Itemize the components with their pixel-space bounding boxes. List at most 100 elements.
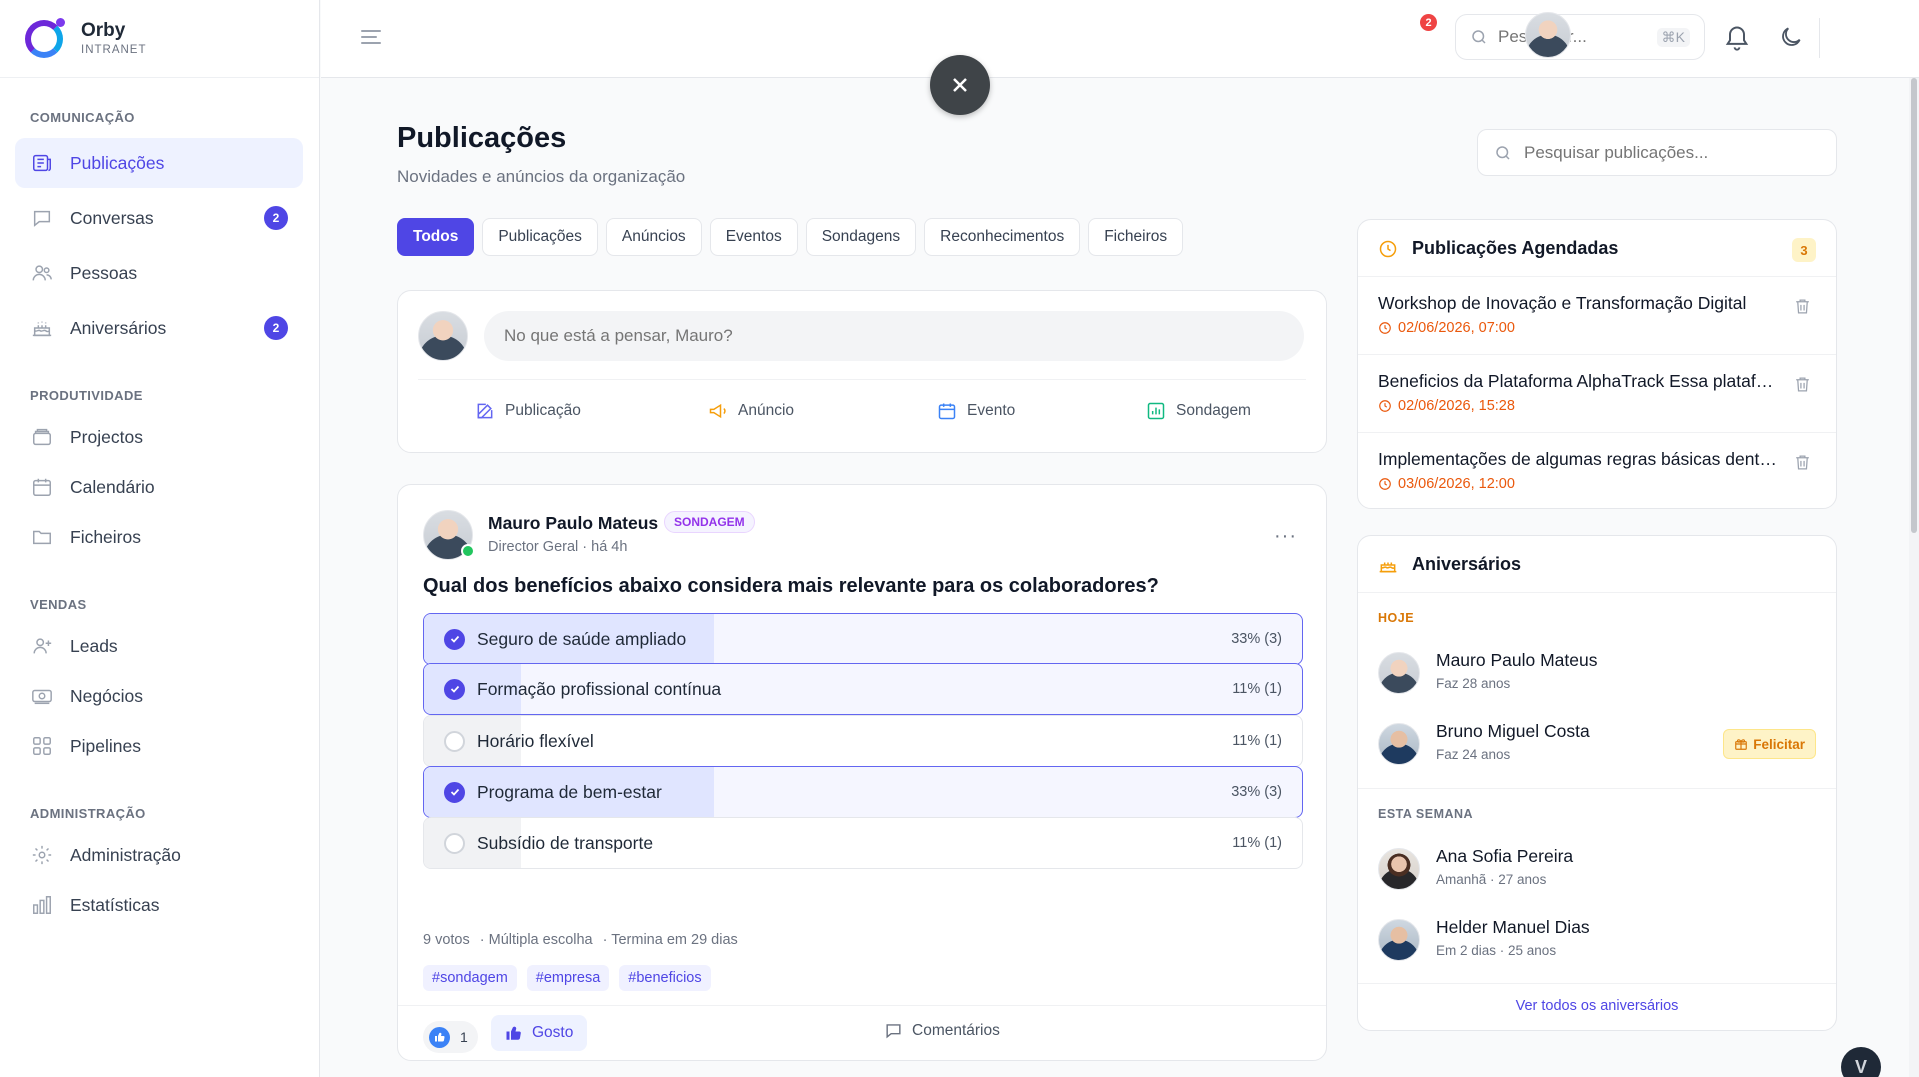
sidebar-item-aniversarios[interactable]: Aniversários 2 [15, 303, 303, 353]
tab-reconhecimentos[interactable]: Reconhecimentos [924, 218, 1081, 256]
poll-option-label: Subsídio de transporte [477, 832, 654, 853]
poll-option-result: 33% (3) [1231, 784, 1282, 800]
sidebar-item-label: Calendário [70, 476, 155, 497]
notification-badge: 2 [1420, 14, 1437, 31]
birthday-item[interactable]: Helder Manuel Dias Em 2 dias · 25 anos [1378, 915, 1816, 971]
like-button[interactable]: Gosto [491, 1015, 588, 1051]
composer-action-label: Evento [967, 402, 1016, 419]
composer-input[interactable] [484, 311, 1304, 361]
scrollbar-thumb[interactable] [1911, 78, 1917, 533]
comments-button[interactable]: Comentários [884, 1021, 1000, 1040]
comments-label: Comentários [912, 1021, 1000, 1039]
scheduled-post-title: Beneficios da Plataforma AlphaTrack Essa… [1378, 371, 1778, 391]
topbar: ⌘K [321, 0, 1919, 78]
user-plus-icon [30, 634, 54, 658]
reaction-count-value: 1 [460, 1029, 468, 1045]
user-avatar[interactable] [1525, 12, 1571, 58]
sidebar-item-label: Pessoas [70, 262, 138, 283]
poll-option-result: 11% (1) [1232, 733, 1282, 749]
thumbs-up-icon [506, 1026, 521, 1040]
calendar-icon [938, 403, 956, 420]
menu-toggle-icon[interactable] [361, 30, 381, 44]
sidebar-item-pipelines[interactable]: Pipelines [15, 721, 303, 771]
tab-eventos[interactable]: Eventos [709, 218, 798, 256]
poll-option[interactable]: Horário flexível 11% (1) [423, 715, 1303, 767]
vue-devtools-icon[interactable]: V [1841, 1047, 1881, 1077]
tab-anuncios[interactable]: Anúncios [605, 218, 702, 256]
poll-option[interactable]: Formação profissional contínua 11% (1) [423, 663, 1303, 715]
composer-publicacao-button[interactable]: Publicação [475, 401, 581, 421]
tab-ficheiros[interactable]: Ficheiros [1088, 218, 1184, 256]
global-search-input[interactable] [1498, 27, 1648, 47]
hashtag[interactable]: #empresa [526, 965, 610, 991]
sidebar-item-calendario[interactable]: Calendário [15, 462, 303, 512]
trash-icon[interactable] [1793, 453, 1812, 472]
sidebar-item-conversas[interactable]: Conversas 2 [15, 193, 303, 243]
sidebar-item-publicacoes[interactable]: Publicações [15, 138, 303, 188]
sidebar-item-label: Leads [70, 635, 118, 656]
avatar [1378, 723, 1420, 765]
search-shortcut: ⌘K [1656, 27, 1690, 47]
divider [1819, 18, 1820, 58]
scheduled-post-item[interactable]: Workshop de Inovação e Transformação Dig… [1358, 276, 1836, 354]
post-author[interactable]: Mauro Paulo Mateus [488, 513, 658, 534]
poll-option[interactable]: Seguro de saúde ampliado 33% (3) [423, 613, 1303, 665]
bell-icon[interactable] [1723, 24, 1751, 52]
cake-icon [1379, 562, 1397, 572]
sidebar-item-estatisticas[interactable]: Estatísticas [15, 880, 303, 930]
nav-section-vendas: VENDAS [30, 597, 87, 612]
sidebar-item-ficheiros[interactable]: Ficheiros [15, 512, 303, 562]
composer-sondagem-button[interactable]: Sondagem [1146, 401, 1251, 421]
poll-option-result: 11% (1) [1232, 681, 1282, 697]
birthday-item[interactable]: Bruno Miguel Costa Faz 24 anos Felicitar [1378, 719, 1816, 775]
poll-option[interactable]: Programa de bem-estar 33% (3) [423, 766, 1303, 818]
scheduled-post-item[interactable]: Implementações de algumas regras básicas… [1358, 432, 1836, 510]
composer-anuncio-button[interactable]: Anúncio [708, 401, 794, 421]
hashtags: #sondagem #empresa #beneficios [423, 965, 711, 991]
scheduled-post-item[interactable]: Beneficios da Plataforma AlphaTrack Essa… [1358, 354, 1836, 432]
birthday-item[interactable]: Mauro Paulo Mateus Faz 28 anos [1378, 648, 1816, 704]
checkbox-empty-icon [444, 730, 465, 752]
sidebar-item-projectos[interactable]: Projectos [15, 412, 303, 462]
chart-icon [1147, 402, 1165, 420]
reaction-count[interactable]: 1 [423, 1021, 478, 1053]
birthdays-header: Aniversários [1378, 554, 1521, 575]
scheduled-date-text: 02/06/2026, 15:28 [1398, 398, 1515, 414]
tab-sondagens[interactable]: Sondagens [805, 218, 917, 256]
brand[interactable]: Orby INTRANET [0, 0, 319, 78]
view-all-birthdays-link[interactable]: Ver todos os aniversários [1358, 998, 1836, 1014]
clock-icon [1379, 240, 1397, 257]
posts-search-input[interactable] [1524, 142, 1814, 163]
like-button-label: Gosto [532, 1024, 574, 1041]
close-button[interactable] [930, 55, 990, 115]
page-scrollbar[interactable] [1909, 78, 1919, 1077]
money-icon [30, 684, 54, 708]
tab-todos[interactable]: Todos [397, 218, 475, 256]
scheduled-posts-header: Publicações Agendadas [1378, 238, 1618, 259]
hashtag[interactable]: #sondagem [423, 965, 517, 991]
congratulate-button[interactable]: Felicitar [1723, 729, 1816, 759]
page-subtitle: Novidades e anúncios da organização [397, 167, 686, 186]
sidebar-item-negocios[interactable]: Negócios [15, 671, 303, 721]
tab-publicacoes[interactable]: Publicações [482, 218, 598, 256]
trash-icon[interactable] [1793, 375, 1812, 394]
hashtag[interactable]: #beneficios [619, 965, 711, 991]
composer-evento-button[interactable]: Evento [937, 401, 1015, 421]
poll-option[interactable]: Subsídio de transporte 11% (1) [423, 817, 1303, 869]
nav-section-comunicacao: COMUNICAÇÃO [30, 110, 135, 125]
sidebar-item-label: Negócios [70, 685, 143, 706]
unread-badge: 2 [264, 206, 288, 230]
trash-icon[interactable] [1793, 297, 1812, 316]
global-search[interactable]: ⌘K [1455, 14, 1705, 60]
post-type-badge: SONDAGEM [664, 511, 755, 533]
gift-icon [1735, 739, 1748, 750]
posts-search[interactable] [1477, 129, 1837, 176]
more-options-icon[interactable]: ··· [1274, 525, 1297, 548]
sidebar-item-leads[interactable]: Leads [15, 621, 303, 671]
birthday-item[interactable]: Ana Sofia Pereira Amanhã · 27 anos [1378, 844, 1816, 900]
sidebar: Orby INTRANET COMUNICAÇÃO Publicações Co… [0, 0, 320, 1077]
sidebar-item-pessoas[interactable]: Pessoas [15, 248, 303, 298]
sidebar-item-administracao[interactable]: Administração [15, 830, 303, 880]
moon-icon[interactable] [1778, 24, 1804, 50]
sidebar-item-label: Ficheiros [70, 526, 141, 547]
